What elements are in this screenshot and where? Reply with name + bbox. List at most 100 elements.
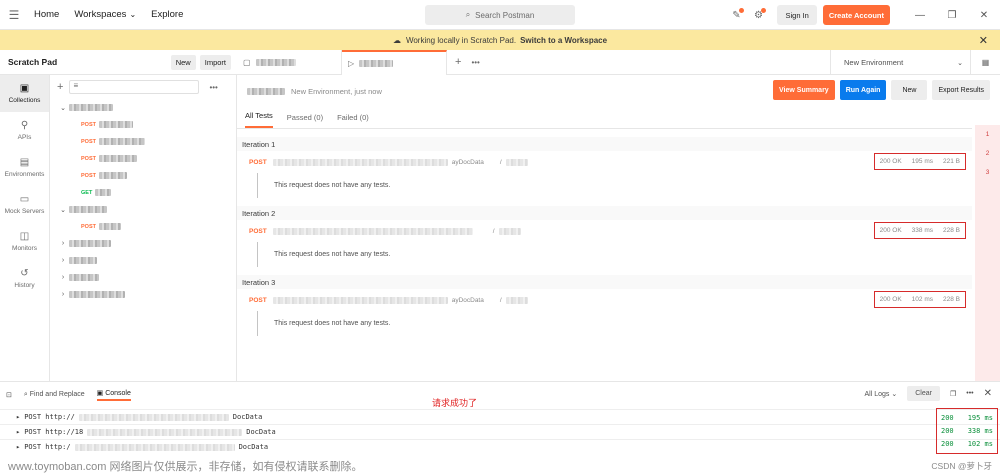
run-env-text: New Environment, just now xyxy=(291,86,382,96)
chevron-down-icon[interactable]: ⌄ xyxy=(57,206,69,214)
rail-history[interactable]: ↺ History xyxy=(0,260,49,297)
find-replace-button[interactable]: ⌕ Find and Replace xyxy=(24,391,85,399)
add-tab-icon[interactable]: + xyxy=(455,56,461,68)
iteration-header: Iteration 1 xyxy=(237,137,972,151)
filter-icon: ≡ xyxy=(73,81,79,90)
log-time: 195 ms xyxy=(967,413,993,422)
iteration-request[interactable]: POST / 200 OK 338 ms 228 B xyxy=(237,220,972,242)
rail-mock-servers[interactable]: ▭ Mock Servers xyxy=(0,186,49,223)
menu-icon[interactable]: ☰ xyxy=(0,8,28,22)
add-collection-icon[interactable]: + xyxy=(57,81,63,93)
sign-in-button[interactable]: Sign In xyxy=(777,5,817,25)
response-time: 102 ms xyxy=(911,296,933,303)
tab-passed[interactable]: Passed (0) xyxy=(287,113,323,128)
iteration-page-3[interactable]: 3 xyxy=(986,169,990,176)
iteration-page-2[interactable]: 2 xyxy=(986,150,990,157)
request-item[interactable]: POST xyxy=(51,133,236,150)
nav-home[interactable]: Home xyxy=(34,9,59,20)
create-account-button[interactable]: Create Account xyxy=(822,5,890,25)
log-url-prefix: POST http:// xyxy=(24,413,75,421)
collection-folder[interactable]: › xyxy=(51,286,236,303)
play-icon: ▷ xyxy=(348,58,355,68)
tab-all-tests[interactable]: All Tests xyxy=(245,111,273,128)
console-log-row[interactable]: ▸ POST http://18 DocData xyxy=(0,424,1000,439)
chevron-down-icon[interactable]: ⌄ xyxy=(57,104,69,112)
monitor-icon: ◫ xyxy=(19,231,30,242)
switch-workspace-link[interactable]: Switch to a Workspace xyxy=(520,36,607,45)
expand-icon[interactable]: ▸ xyxy=(16,428,20,436)
chevron-right-icon[interactable]: › xyxy=(57,240,69,247)
rail-collections[interactable]: ▣ Collections xyxy=(0,75,49,112)
iteration-page-1[interactable]: 1 xyxy=(986,131,990,138)
log-status-highlight: 200 195 ms 200 338 ms 200 102 ms xyxy=(936,408,998,454)
method-label: POST xyxy=(81,172,96,179)
run-again-button[interactable]: Run Again xyxy=(839,80,887,100)
close-window-icon[interactable]: ✕ xyxy=(968,10,1000,21)
path-separator: / xyxy=(499,158,502,166)
rail-apis[interactable]: ⚲ APIs xyxy=(0,112,49,149)
response-time: 338 ms xyxy=(911,227,933,234)
request-item[interactable]: POST xyxy=(51,116,236,133)
close-icon[interactable]: ✕ xyxy=(979,34,988,47)
name-redacted xyxy=(505,296,528,304)
console-log-row[interactable]: ▸ POST http:/ DocData xyxy=(0,439,1000,454)
collection-folder[interactable]: ⌄ xyxy=(51,201,236,218)
more-icon[interactable]: ••• xyxy=(966,390,973,397)
more-icon[interactable]: ••• xyxy=(209,83,217,92)
chevron-right-icon[interactable]: › xyxy=(57,257,69,264)
tab-title-redacted xyxy=(255,58,296,66)
rail-monitors[interactable]: ◫ Monitors xyxy=(0,223,49,260)
export-results-button[interactable]: Export Results xyxy=(932,80,990,100)
iteration-request[interactable]: POST ayDocData / 200 OK 102 ms 228 B xyxy=(237,289,972,311)
nav-workspaces[interactable]: Workspaces ⌄ xyxy=(74,9,136,20)
request-item[interactable]: GET xyxy=(51,184,236,201)
nav-explore[interactable]: Explore xyxy=(151,9,183,20)
url-redacted xyxy=(272,158,448,166)
item-name-redacted xyxy=(69,291,125,298)
clear-button[interactable]: Clear xyxy=(907,386,940,401)
tab-failed[interactable]: Failed (0) xyxy=(337,113,369,128)
console-log-row[interactable]: ▸ POST http:// DocData xyxy=(0,409,1000,424)
url-tail: ayDocData xyxy=(451,296,484,304)
environment-select[interactable]: New Environment ⌄ xyxy=(830,50,970,75)
collection-folder[interactable]: › xyxy=(51,252,236,269)
no-tests-message: This request does not have any tests. xyxy=(257,242,972,267)
collection-folder[interactable]: ⌄ xyxy=(51,99,236,116)
no-tests-message: This request does not have any tests. xyxy=(257,311,972,336)
maximize-icon[interactable]: ❐ xyxy=(936,10,968,21)
request-item[interactable]: POST xyxy=(51,167,236,184)
tab-runner[interactable]: ▷ xyxy=(342,49,447,75)
collection-folder[interactable]: › xyxy=(51,235,236,252)
request-item[interactable]: POST xyxy=(51,150,236,167)
gear-icon[interactable]: ⚙ xyxy=(747,7,769,21)
tab-collection[interactable]: ▢ xyxy=(237,49,342,75)
environment-quick-look-icon[interactable]: ▦ xyxy=(970,50,1000,75)
console-tab[interactable]: ▣ Console xyxy=(96,389,131,401)
search-input[interactable]: ⌕ Search Postman xyxy=(425,5,575,25)
all-logs-select[interactable]: All Logs ⌄ xyxy=(865,390,898,398)
close-console-icon[interactable]: ✕ xyxy=(984,388,992,399)
filter-input[interactable]: ≡ xyxy=(69,80,200,94)
expand-icon[interactable]: ▸ xyxy=(16,413,20,421)
iteration-request[interactable]: POST ayDocData / 200 OK 195 ms 221 B xyxy=(237,151,972,173)
scratchpad-banner: ☁ Working locally in Scratch Pad. Switch… xyxy=(0,30,1000,50)
request-item[interactable]: POST xyxy=(51,218,236,235)
more-tabs-icon[interactable]: ••• xyxy=(471,58,479,67)
new-button[interactable]: New xyxy=(170,54,196,70)
satellite-icon[interactable]: ✎ xyxy=(725,7,747,21)
view-summary-button[interactable]: View Summary xyxy=(773,80,835,100)
status-code: 200 OK xyxy=(879,227,902,234)
layout-icon[interactable]: ⊡ xyxy=(6,391,12,399)
expand-icon[interactable]: ▸ xyxy=(16,443,20,451)
new-run-button[interactable]: New xyxy=(891,80,928,100)
chevron-right-icon[interactable]: › xyxy=(57,274,69,281)
chevron-right-icon[interactable]: › xyxy=(57,291,69,298)
watermark-text: www.toymoban.com 网络图片仅供展示，非存储，如有侵权请联系删除。 xyxy=(8,460,363,473)
rail-environments[interactable]: ▤ Environments xyxy=(0,149,49,186)
collection-folder[interactable]: › xyxy=(51,269,236,286)
run-name-redacted xyxy=(247,87,285,95)
copy-icon[interactable]: ❐ xyxy=(950,390,956,398)
minimize-icon[interactable]: — xyxy=(904,10,936,21)
import-button[interactable]: Import xyxy=(199,54,231,70)
search-icon: ⌕ xyxy=(465,10,471,19)
